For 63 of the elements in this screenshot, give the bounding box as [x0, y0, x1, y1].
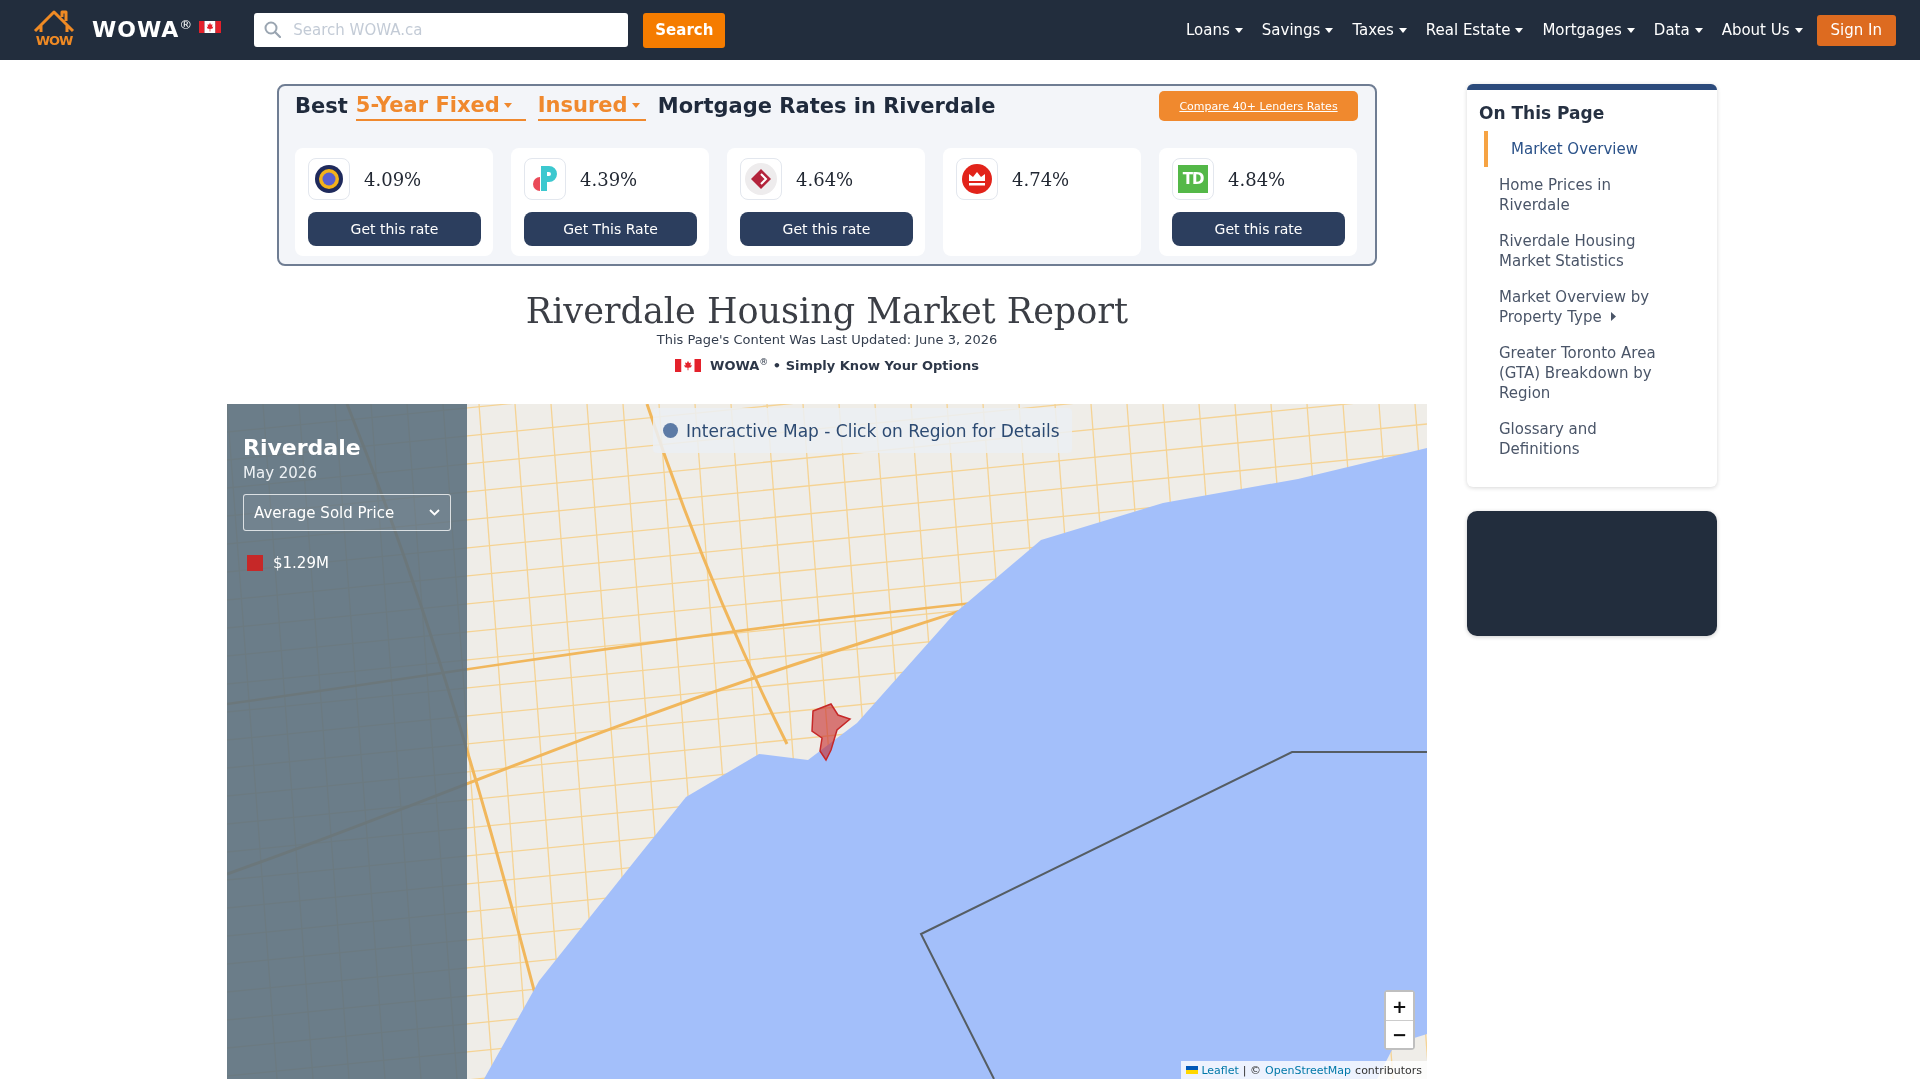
toc-link[interactable]: Riverdale Housing Market Statistics — [1484, 223, 1671, 279]
osm-link[interactable]: OpenStreetMap — [1265, 1063, 1352, 1077]
caret-down-icon — [1398, 27, 1407, 33]
caret-down-icon — [1694, 27, 1703, 33]
nav-menu-item[interactable]: About Us — [1721, 21, 1803, 39]
nav-menu-item[interactable]: Mortgages — [1542, 21, 1635, 39]
metric-dropdown[interactable]: Average Sold Price — [243, 494, 451, 531]
nav-menu-item[interactable]: Real Estate — [1425, 21, 1524, 39]
report-title: Riverdale Housing Market Report — [525, 291, 1129, 331]
rate-value: 4.64% — [796, 168, 854, 190]
toc-link[interactable]: Market Overview — [1484, 131, 1683, 167]
diamond-logo-icon — [740, 158, 782, 200]
flag-icon — [199, 21, 222, 33]
toc-link[interactable]: Market Overview by Property Type — [1484, 279, 1671, 335]
flag-icon — [1186, 1066, 1199, 1074]
updated-date-text: This Page's Content Was Last Updated: June 3, 2026 — [656, 331, 998, 349]
ring-logo-icon — [308, 158, 350, 200]
map-title-text: Interactive Map - Click on Region for Details — [686, 420, 1060, 441]
caret-down-icon — [1234, 27, 1243, 33]
get-rate-button[interactable]: Get this rate — [308, 212, 481, 246]
nav-menu-item[interactable]: Savings — [1261, 21, 1334, 39]
p-shape-logo-icon — [524, 158, 566, 200]
toc-link[interactable]: Home Prices in Riverdale — [1484, 167, 1671, 223]
caret-down-icon — [1515, 27, 1524, 33]
caret-down-icon — [1626, 27, 1635, 33]
brand-name: WOWA$^{®}$ — [92, 17, 194, 43]
letter-logo: TD — [1172, 158, 1214, 200]
attribution-text: contributors — [1355, 1063, 1422, 1077]
caret-down-icon — [1325, 27, 1334, 33]
roof-icon — [32, 9, 76, 33]
legend-label: $1.29M — [273, 554, 329, 572]
logo-link[interactable]: WOW — [31, 9, 77, 51]
toc-title: On This Page — [1478, 102, 1606, 125]
caret-down-icon — [631, 102, 640, 108]
crown-logo-icon — [956, 158, 998, 200]
search-icon — [264, 21, 282, 38]
tagline-text: WOWA$^{®}$ • Simply Know Your Options — [710, 356, 979, 374]
flag-icon — [675, 358, 702, 372]
rate-value: 4.39% — [580, 168, 638, 190]
attribution-text: | © — [1242, 1063, 1262, 1077]
region-shape[interactable] — [811, 703, 852, 762]
nav-menu-item[interactable]: Taxes — [1352, 21, 1407, 39]
chevron-down-icon — [429, 509, 440, 516]
zoom-out-button[interactable]: − — [1386, 1020, 1413, 1048]
get-rate-button[interactable]: Get this rate — [1172, 212, 1345, 246]
region-title: Riverdale — [243, 434, 362, 462]
rates-heading: Mortgage Rates in Riverdale — [657, 94, 996, 118]
toc-link[interactable]: Greater Toronto Area (GTA) Breakdown by Region — [1484, 335, 1671, 411]
rate-value: 4.74% — [1012, 168, 1070, 190]
leaflet-link[interactable]: Leaflet — [1186, 1063, 1239, 1077]
toc-link[interactable]: Glossary and Definitions — [1484, 411, 1671, 467]
get-rate-button[interactable]: Get this rate — [740, 212, 913, 246]
period-text: May 2026 — [243, 463, 318, 483]
nav-menu-item[interactable]: Loans — [1186, 21, 1243, 39]
rates-heading-lead: Best — [295, 94, 348, 118]
caret-down-icon — [1794, 27, 1803, 33]
search-field[interactable]: Search WOWA.ca — [254, 13, 629, 47]
nav-menu-item[interactable]: Data — [1653, 21, 1703, 39]
dot-icon — [663, 423, 678, 438]
caret-down-icon — [503, 102, 512, 108]
get-rate-button[interactable]: Get This Rate — [524, 212, 697, 246]
rate-value: 4.84% — [1228, 168, 1286, 190]
rate-value: 4.09% — [364, 168, 422, 190]
